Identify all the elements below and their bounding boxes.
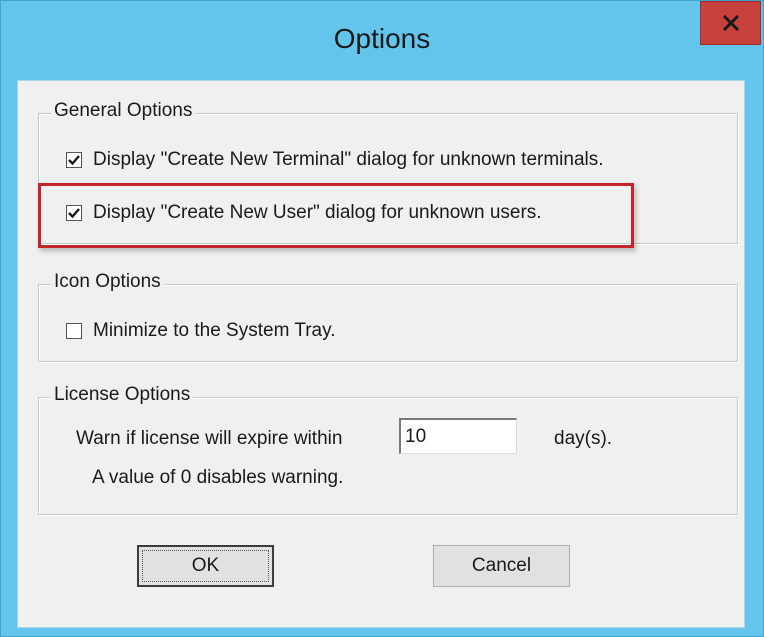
general-options-group: General Options — [38, 100, 738, 244]
days-unit-text: day(s). — [554, 428, 613, 449]
minimize-tray-checkbox[interactable] — [66, 323, 82, 339]
warn-expire-text: Warn if license will expire within — [76, 428, 343, 449]
license-options-group: License Options — [38, 384, 738, 515]
minimize-tray-option[interactable]: Minimize to the System Tray. — [66, 320, 336, 342]
ok-button[interactable]: OK — [137, 545, 274, 587]
general-options-label: General Options — [51, 100, 196, 122]
window-title: Options — [333, 23, 431, 54]
close-icon — [722, 14, 739, 32]
checkmark-icon — [68, 208, 80, 219]
create-terminal-option[interactable]: Display "Create New Terminal" dialog for… — [66, 149, 604, 171]
create-terminal-checkbox[interactable] — [66, 152, 82, 168]
disable-warning-note: A value of 0 disables warning. — [92, 467, 344, 488]
expire-days-input[interactable] — [399, 418, 517, 454]
license-options-label: License Options — [51, 384, 194, 406]
create-user-option[interactable]: Display "Create New User" dialog for unk… — [66, 202, 542, 224]
create-terminal-label: Display "Create New Terminal" dialog for… — [93, 149, 604, 170]
title-bar[interactable]: Options — [1, 1, 763, 81]
close-button[interactable] — [700, 1, 761, 45]
cancel-button[interactable]: Cancel — [433, 545, 570, 587]
create-user-checkbox[interactable] — [66, 205, 82, 221]
minimize-tray-label: Minimize to the System Tray. — [93, 320, 336, 341]
create-user-label: Display "Create New User" dialog for unk… — [93, 202, 542, 223]
icon-options-label: Icon Options — [51, 271, 164, 293]
checkmark-icon — [68, 155, 80, 166]
